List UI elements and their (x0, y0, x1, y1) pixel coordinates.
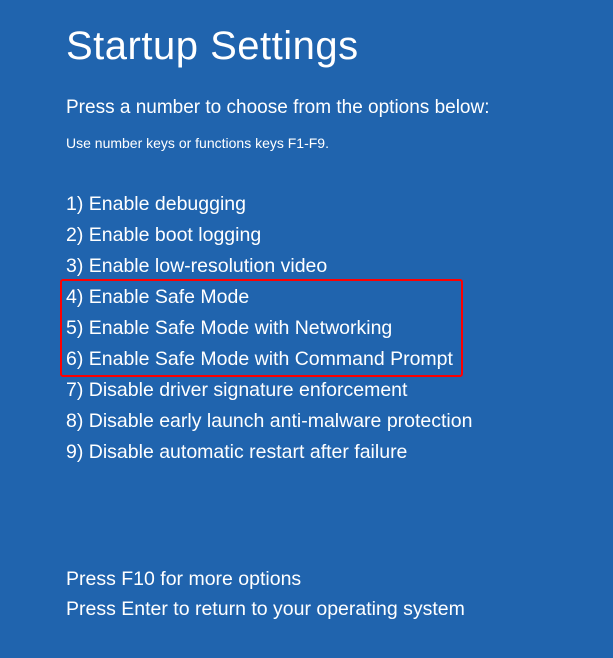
option-number: 8) (66, 410, 83, 432)
option-label: Disable automatic restart after failure (89, 441, 408, 463)
footer: Press F10 for more options Press Enter t… (66, 564, 465, 624)
option-3[interactable]: 3) Enable low-resolution video (66, 251, 613, 282)
option-9[interactable]: 9) Disable automatic restart after failu… (66, 437, 613, 468)
option-label: Enable Safe Mode with Command Prompt (89, 348, 453, 370)
option-8[interactable]: 8) Disable early launch anti-malware pro… (66, 406, 613, 437)
option-number: 6) (66, 348, 83, 370)
option-label: Enable debugging (89, 193, 246, 215)
hint-text: Use number keys or functions keys F1-F9. (66, 135, 613, 151)
instruction-text: Press a number to choose from the option… (66, 97, 613, 119)
option-label: Enable boot logging (89, 224, 261, 246)
footer-return: Press Enter to return to your operating … (66, 594, 465, 624)
option-number: 3) (66, 255, 83, 277)
option-label: Enable Safe Mode with Networking (89, 317, 393, 339)
option-label: Enable Safe Mode (89, 286, 249, 308)
option-number: 9) (66, 441, 83, 463)
option-2[interactable]: 2) Enable boot logging (66, 220, 613, 251)
option-number: 7) (66, 379, 83, 401)
option-number: 2) (66, 224, 83, 246)
options-list: 1) Enable debugging 2) Enable boot loggi… (66, 189, 613, 468)
option-number: 5) (66, 317, 83, 339)
option-label: Disable driver signature enforcement (89, 379, 408, 401)
option-1[interactable]: 1) Enable debugging (66, 189, 613, 220)
option-label: Disable early launch anti-malware protec… (89, 410, 473, 432)
option-7[interactable]: 7) Disable driver signature enforcement (66, 375, 613, 406)
option-4[interactable]: 4) Enable Safe Mode (66, 282, 613, 313)
option-number: 4) (66, 286, 83, 308)
option-number: 1) (66, 193, 83, 215)
option-5[interactable]: 5) Enable Safe Mode with Networking (66, 313, 613, 344)
page-title: Startup Settings (66, 24, 613, 69)
footer-more-options: Press F10 for more options (66, 564, 465, 594)
option-label: Enable low-resolution video (89, 255, 327, 277)
option-6[interactable]: 6) Enable Safe Mode with Command Prompt (66, 344, 613, 375)
